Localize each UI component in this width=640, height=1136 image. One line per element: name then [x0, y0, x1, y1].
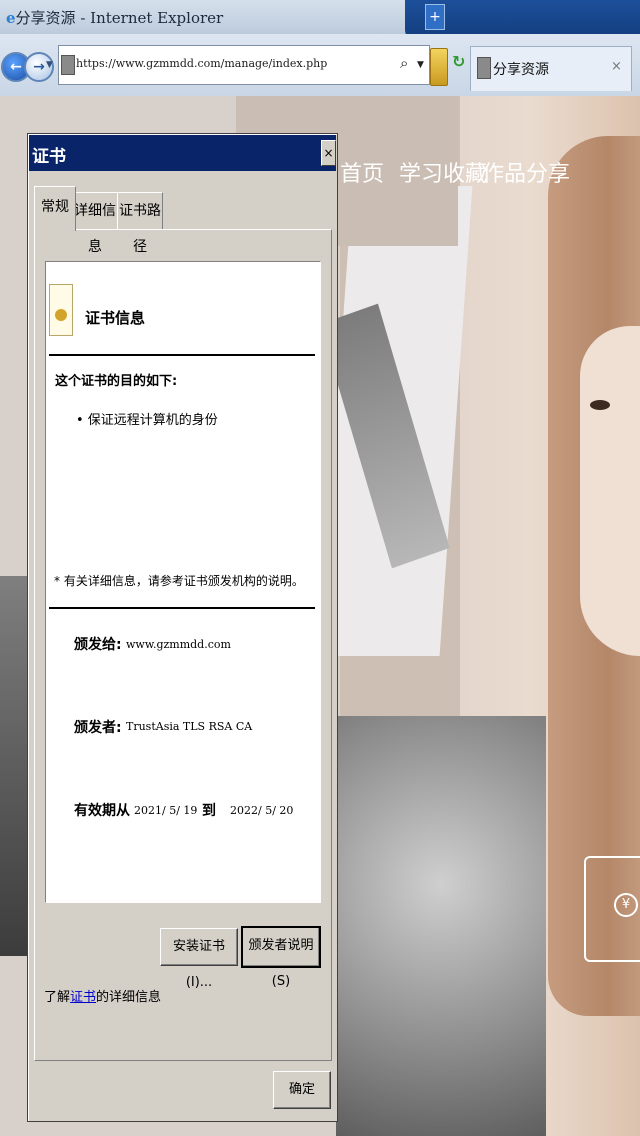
certificate-info-title: 证书信息 — [85, 309, 146, 327]
address-bar[interactable]: https://www.gzmmdd.com/manage/index.php … — [58, 45, 430, 85]
nav-link-study[interactable]: 学习收藏 — [399, 156, 487, 188]
valid-to-date: 2022/ 5/ 20 — [230, 804, 294, 817]
recent-pages-dropdown-icon[interactable]: ▼ — [46, 60, 53, 70]
portrait-face — [580, 326, 640, 656]
dialog-title: 证书 — [32, 147, 66, 167]
learn-more-link[interactable]: 证书 — [70, 990, 96, 1005]
circle-icon: ¥ — [614, 893, 638, 917]
address-dropdown-icon[interactable]: ▼ — [417, 60, 424, 70]
refresh-icon[interactable]: ↻ — [452, 52, 465, 71]
certificate-info-panel: 证书信息 这个证书的目的如下: • 保证远程计算机的身份 * 有关详细信息，请参… — [45, 261, 321, 903]
new-tab-button[interactable]: + — [425, 4, 445, 30]
nav-link-home[interactable]: 首页 — [340, 156, 384, 188]
issued-by-value: TrustAsia TLS RSA CA — [126, 720, 253, 733]
still-life-sketch-image — [336, 716, 546, 1136]
side-widget-button[interactable]: ¥ — [584, 856, 640, 962]
address-text[interactable]: https://www.gzmmdd.com/manage/index.php — [76, 57, 327, 70]
validity-label: 有效期从 — [74, 803, 130, 819]
window-title-text: 分享资源 - Internet Explorer — [15, 9, 224, 27]
learn-more-suffix: 的详细信息 — [96, 990, 162, 1005]
window-title: e分享资源 - Internet Explorer — [6, 7, 223, 28]
certificate-icon — [49, 284, 73, 336]
install-certificate-button[interactable]: 安装证书(I)... — [160, 928, 238, 990]
divider — [49, 607, 315, 609]
left-sketch-image — [0, 576, 30, 956]
tab-close-icon[interactable]: × — [611, 59, 622, 74]
learn-more-prefix: 了解 — [44, 990, 71, 1005]
dialog-titlebar[interactable]: 证书 × — [29, 135, 336, 171]
ie-logo-icon: e — [6, 9, 16, 27]
nav-link-works[interactable]: 作品分享 — [482, 156, 570, 188]
tab-details[interactable]: 详细信息 — [72, 192, 118, 255]
learn-more-text: 了解证书的详细信息 — [44, 986, 161, 1005]
issued-to-label: 颁发给: — [74, 637, 122, 653]
purpose-item: • 保证远程计算机的身份 — [76, 413, 218, 428]
issuer-statement-button[interactable]: 颁发者说明(S) — [241, 926, 321, 989]
tab-page-icon — [477, 57, 491, 79]
close-icon[interactable]: × — [321, 140, 336, 166]
ok-button[interactable]: 确定 — [273, 1071, 331, 1109]
tab-title: 分享资源 — [493, 62, 549, 78]
divider — [49, 354, 315, 356]
tab-certification-path[interactable]: 证书路径 — [117, 192, 163, 255]
pencil-drawing-image — [319, 186, 473, 656]
valid-from-date: 2021/ 5/ 19 — [134, 804, 198, 817]
issuer-note: * 有关详细信息，请参考证书颁发机构的说明。 — [54, 574, 304, 588]
page-icon — [61, 55, 75, 75]
issued-by-label: 颁发者: — [74, 720, 122, 736]
portrait-eye — [590, 400, 610, 410]
browser-tab[interactable]: 分享资源 × — [470, 46, 632, 91]
validity-to-word: 到 — [202, 803, 216, 819]
tab-general[interactable]: 常规 — [34, 186, 76, 231]
lock-icon[interactable] — [430, 48, 448, 86]
issued-to-value: www.gzmmdd.com — [126, 638, 231, 651]
purpose-heading: 这个证书的目的如下: — [55, 374, 178, 389]
certificate-dialog: 证书 × 常规 详细信息 证书路径 证书信息 这个证书的目的如下: • 保证远程… — [27, 133, 338, 1122]
search-icon[interactable]: ⌕ — [400, 54, 408, 72]
